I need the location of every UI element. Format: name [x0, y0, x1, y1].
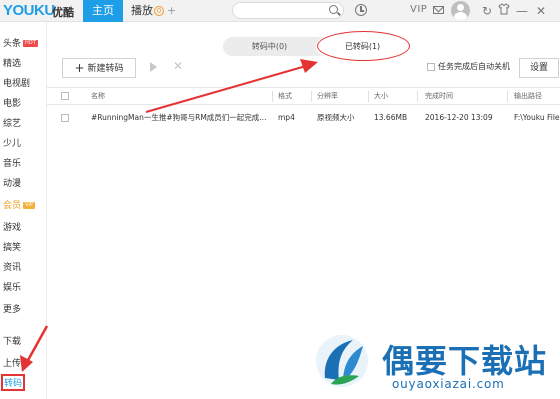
sidebar-item-headlines[interactable]: 头条 HOT — [3, 36, 38, 49]
sidebar-item-featured[interactable]: 精选 — [3, 56, 21, 69]
sidebar-item-upload[interactable]: 上传 — [3, 356, 21, 369]
column-header-output-path[interactable]: 输出路径 — [514, 88, 542, 104]
auto-shutdown-checkbox[interactable] — [427, 63, 435, 71]
search-input[interactable] — [232, 2, 344, 19]
watermark-title: 偶要下载站 — [382, 342, 548, 380]
row-output-path[interactable]: F:\Youku Files\t — [514, 109, 560, 127]
table-header: 名称 格式 分辨率 大小 完成时间 输出路径 — [47, 87, 560, 105]
mail-icon[interactable] — [433, 6, 444, 14]
sidebar-item-movies[interactable]: 电影 — [3, 96, 21, 109]
sidebar: 头条 HOT 精选 电视剧 电影 综艺 少儿 音乐 动漫 会员 VIP 游戏 搞笑 … — [0, 22, 47, 399]
tab-play[interactable]: 播放 0 + — [131, 0, 176, 22]
top-bar: YOUKU 优酷 主页 播放 0 + VIP ↻ — ✕ — [0, 0, 560, 22]
highlight-circle — [317, 31, 410, 61]
add-tab-icon[interactable]: + — [167, 4, 176, 17]
table-row[interactable]: #RunningMan一生推#狗哥与RM成员们一起完成... mp4 原视频大小… — [47, 109, 560, 127]
delete-icon[interactable]: ✕ — [173, 59, 183, 73]
close-icon[interactable]: ✕ — [536, 3, 546, 19]
row-format: mp4 — [278, 113, 295, 122]
vip-link[interactable]: VIP — [410, 4, 427, 15]
sidebar-item-games[interactable]: 游戏 — [3, 220, 21, 233]
sidebar-item-more[interactable]: 更多 — [3, 302, 21, 315]
new-transcode-label: 新建转码 — [87, 64, 124, 74]
avatar[interactable] — [451, 1, 470, 20]
column-header-finished[interactable]: 完成时间 — [425, 88, 453, 104]
sidebar-item-funny[interactable]: 搞笑 — [3, 240, 21, 253]
youku-logo[interactable]: YOUKU — [3, 2, 55, 19]
tab-play-label: 播放 — [131, 4, 153, 17]
select-all-checkbox[interactable] — [61, 92, 69, 100]
watermark-logo — [316, 335, 368, 387]
hot-badge: HOT — [23, 40, 38, 47]
sidebar-item-download[interactable]: 下载 — [3, 334, 21, 347]
row-finished: 2016-12-20 13:09 — [425, 113, 493, 122]
start-icon[interactable] — [150, 62, 157, 72]
row-name: #RunningMan一生推#狗哥与RM成员们一起完成... — [91, 113, 267, 122]
sidebar-item-entertainment[interactable]: 娱乐 — [3, 280, 21, 293]
vip-badge: VIP — [23, 202, 35, 209]
sidebar-item-anime[interactable]: 动漫 — [3, 176, 21, 189]
watermark-url: ouyaoxiazai.com — [392, 377, 505, 391]
column-header-name[interactable]: 名称 — [91, 88, 105, 104]
column-header-format[interactable]: 格式 — [278, 88, 292, 104]
sidebar-item-kids[interactable]: 少儿 — [3, 136, 21, 149]
plus-icon: + — [74, 61, 85, 75]
sidebar-item-variety[interactable]: 综艺 — [3, 116, 21, 129]
tab-converting[interactable]: 转码中(0) — [223, 37, 316, 56]
row-resolution: 原视频大小 — [317, 113, 355, 122]
sidebar-item-transcode[interactable]: 转码 — [1, 374, 26, 391]
sidebar-item-news[interactable]: 资讯 — [3, 260, 21, 273]
column-header-size[interactable]: 大小 — [374, 88, 388, 104]
auto-shutdown-label: 任务完成后自动关机 — [438, 62, 510, 71]
refresh-icon[interactable]: ↻ — [482, 3, 492, 19]
new-transcode-button[interactable]: + 新建转码 — [62, 58, 136, 78]
sidebar-item-member[interactable]: 会员 VIP — [3, 198, 35, 211]
row-size: 13.66MB — [374, 113, 408, 122]
tab-home[interactable]: 主页 — [83, 0, 123, 22]
settings-button[interactable]: 设置 — [519, 58, 559, 78]
row-checkbox[interactable] — [61, 114, 69, 122]
sidebar-item-music[interactable]: 音乐 — [3, 156, 21, 169]
minimize-icon[interactable]: — — [516, 3, 528, 19]
search-icon[interactable] — [329, 5, 338, 14]
history-icon[interactable] — [355, 4, 367, 16]
tab-play-badge: 0 — [154, 6, 164, 16]
skin-icon[interactable] — [498, 3, 510, 19]
column-header-resolution[interactable]: 分辨率 — [317, 88, 338, 104]
youku-logo-cn: 优酷 — [52, 6, 74, 19]
youku-app-window: YOUKU 优酷 主页 播放 0 + VIP ↻ — ✕ 头条 HOT 精选 电视剧 … — [0, 0, 560, 399]
sidebar-item-tv[interactable]: 电视剧 — [3, 76, 30, 89]
